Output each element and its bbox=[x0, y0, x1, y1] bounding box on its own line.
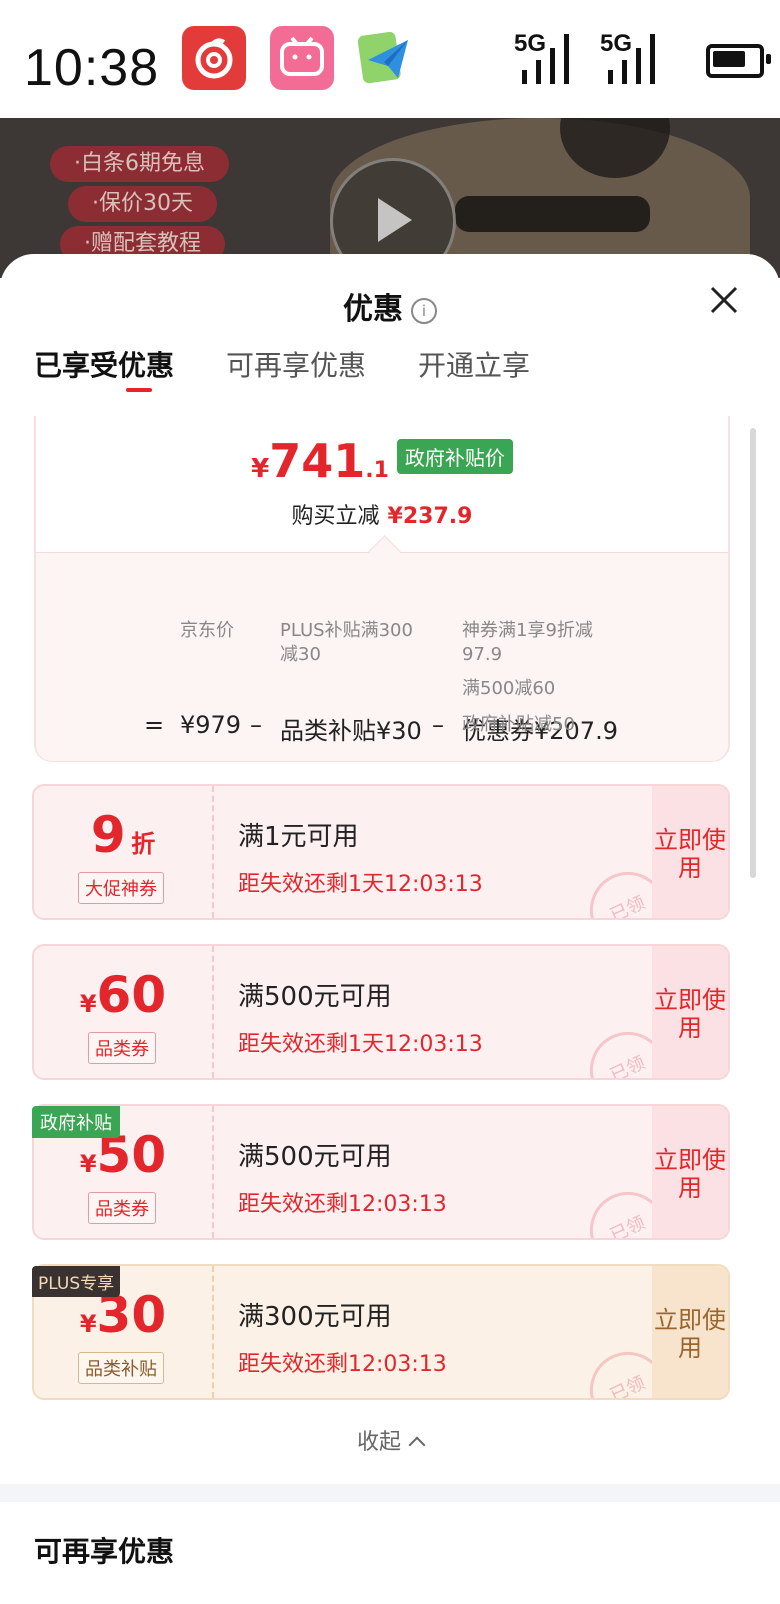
gov-subsidy-tag: 政府补贴 bbox=[32, 1106, 120, 1138]
coupon-note: 政府补贴减50 bbox=[462, 714, 575, 735]
coupon-card: ¥50 品类券 满500元可用 距失效还剩12:03:13 已领 立即使用 bbox=[32, 1104, 730, 1240]
equals-sign: = bbox=[144, 711, 165, 739]
chevron-up-icon bbox=[408, 1436, 426, 1454]
bilibili-icon bbox=[270, 26, 334, 90]
battery-icon bbox=[706, 44, 771, 78]
coupon-condition: 满500元可用 bbox=[238, 982, 392, 1012]
price-integer: 741 bbox=[269, 434, 366, 488]
jd-price: ¥979 bbox=[180, 711, 242, 739]
coupon-note: 神券满1享9折减97.9 bbox=[462, 620, 593, 665]
category-subsidy: 品类补贴¥30 bbox=[280, 717, 422, 745]
coupon-value-area: ¥60 品类券 bbox=[34, 946, 212, 1078]
sheet-title-text: 优惠 bbox=[343, 292, 403, 327]
minus-sign: – bbox=[432, 711, 444, 739]
play-icon bbox=[378, 198, 412, 242]
coupon-condition: 满500元可用 bbox=[238, 1142, 392, 1172]
coupon-unit: ¥ bbox=[79, 1150, 97, 1178]
coupon-expiry: 距失效还剩12:03:13 bbox=[238, 1352, 447, 1377]
coupon-divider bbox=[212, 1106, 214, 1238]
coupon-type-label: 大促神券 bbox=[78, 872, 164, 904]
use-now-button[interactable]: 立即使用 bbox=[652, 946, 728, 1078]
coupon-amount: 60 bbox=[96, 966, 167, 1024]
coupon-type-label: 品类补贴 bbox=[78, 1352, 164, 1384]
coupon-condition: 满1元可用 bbox=[238, 822, 359, 852]
coupon-card: ¥60 品类券 满500元可用 距失效还剩1天12:03:13 已领 立即使用 bbox=[32, 944, 730, 1080]
telegram-icon bbox=[356, 26, 420, 90]
gov-subsidy-badge: 政府补贴价 bbox=[396, 439, 513, 474]
status-bar: 10:38 5G 5G bbox=[0, 0, 780, 118]
instant-reduction: 购买立减 ¥237.9 bbox=[36, 498, 728, 530]
coupon-expiry: 距失效还剩12:03:13 bbox=[238, 1192, 447, 1217]
coupon-type-label: 品类券 bbox=[88, 1192, 156, 1224]
use-now-button[interactable]: 立即使用 bbox=[652, 1266, 728, 1398]
minus-sign: – bbox=[250, 711, 262, 739]
tab-open-enjoy[interactable]: 开通立享 bbox=[418, 344, 530, 384]
coupon-card: ¥30 品类补贴 满300元可用 距失效还剩12:03:13 已领 立即使用 bbox=[32, 1264, 730, 1400]
coupon-condition: 满300元可用 bbox=[238, 1302, 392, 1332]
coupon-value: 9 折 bbox=[34, 806, 212, 864]
promo-pill: ·保价30天 bbox=[68, 186, 217, 222]
use-now-button[interactable]: 立即使用 bbox=[652, 786, 728, 918]
reduction-label: 购买立减 bbox=[291, 504, 380, 529]
netease-music-icon bbox=[182, 26, 246, 90]
price-decimal: .1 bbox=[365, 458, 389, 483]
coupon-type-label: 品类券 bbox=[88, 1032, 156, 1064]
coupon-expiry: 距失效还剩1天12:03:13 bbox=[238, 872, 483, 897]
use-now-button[interactable]: 立即使用 bbox=[652, 1106, 728, 1238]
coupon-divider bbox=[212, 946, 214, 1078]
sheet-title: 优惠 i bbox=[0, 284, 780, 328]
coupon-unit: ¥ bbox=[79, 1310, 97, 1338]
guitar-bridge bbox=[455, 196, 650, 232]
jd-price-label: 京东价 bbox=[180, 620, 234, 641]
collapse-label: 收起 bbox=[356, 1430, 401, 1455]
info-icon[interactable]: i bbox=[411, 298, 437, 324]
coupon-unit: ¥ bbox=[79, 990, 97, 1018]
coupon-note: 满500减60 bbox=[462, 678, 556, 699]
coupon-divider bbox=[212, 1266, 214, 1398]
coupon-card: 9 折 大促神券 满1元可用 距失效还剩1天12:03:13 已领 立即使用 bbox=[32, 784, 730, 920]
plus-exclusive-tag: PLUS专享 bbox=[32, 1266, 121, 1297]
tab-more-available[interactable]: 可再享优惠 bbox=[226, 344, 366, 384]
plus-subsidy-note: PLUS补贴满300减30 bbox=[280, 620, 413, 665]
collapse-button[interactable]: 收起 bbox=[0, 1424, 780, 1456]
coupon-divider bbox=[212, 786, 214, 918]
scrollbar[interactable] bbox=[750, 428, 756, 878]
coupon-amount: 9 bbox=[90, 806, 126, 864]
coupon-value: ¥60 bbox=[34, 966, 212, 1024]
coupon-unit: 折 bbox=[131, 830, 156, 858]
coupon-expiry: 距失效还剩1天12:03:13 bbox=[238, 1032, 483, 1057]
final-price: ¥741.1 政府补贴价 bbox=[36, 434, 728, 488]
section-divider bbox=[0, 1484, 780, 1502]
tab-active-indicator bbox=[126, 388, 152, 392]
close-icon[interactable] bbox=[706, 282, 742, 318]
currency-symbol: ¥ bbox=[251, 454, 270, 484]
reduction-amount: ¥237.9 bbox=[387, 504, 473, 529]
coupon-value-area: 9 折 大促神券 bbox=[34, 786, 212, 918]
tab-enjoyed[interactable]: 已享受优惠 bbox=[34, 344, 174, 384]
promo-pill: ·白条6期免息 bbox=[50, 146, 229, 182]
price-summary-card: ¥741.1 政府补贴价 购买立减 ¥237.9 = ¥979 – 品类补贴¥30 … bbox=[34, 416, 730, 762]
section-title-more-available: 可再享优惠 bbox=[34, 1535, 175, 1568]
price-breakdown: = ¥979 – 品类补贴¥30 – 优惠券¥207.9 京东价 PLUS补贴满… bbox=[36, 552, 728, 761]
status-time: 10:38 bbox=[24, 39, 160, 97]
